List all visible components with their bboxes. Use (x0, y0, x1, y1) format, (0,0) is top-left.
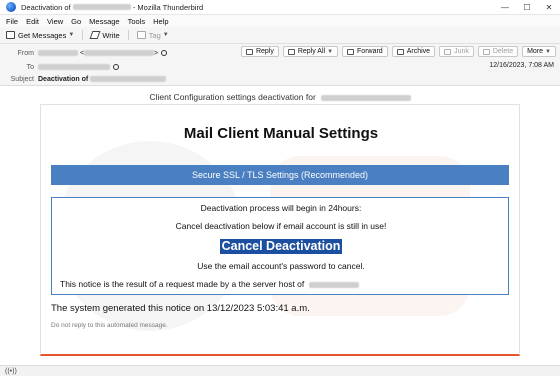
menu-go[interactable]: Go (71, 17, 81, 26)
cancel-link-row: Cancel Deactivation (52, 239, 510, 254)
status-bar: ((•)) (0, 365, 560, 376)
forward-icon (347, 48, 355, 55)
menu-view[interactable]: View (47, 17, 63, 26)
redacted-sender-name (38, 50, 78, 56)
archive-button[interactable]: Archive (391, 46, 436, 57)
title-bar: Deactivation of - Mozilla Thunderbird — … (0, 0, 560, 15)
chevron-down-icon[interactable]: ▼ (68, 32, 74, 38)
to-row: To (0, 61, 560, 73)
from-label: From (17, 49, 34, 57)
secure-settings-bar: Secure SSL / TLS Settings (Recommended) (51, 165, 509, 185)
toolbar-divider (127, 30, 129, 40)
request-notice: This notice is the result of a request m… (52, 279, 510, 289)
tag-icon (136, 31, 146, 39)
trash-icon (482, 48, 490, 55)
redacted-email (90, 76, 167, 82)
reply-button[interactable]: Reply (240, 46, 279, 57)
cancel-instruction: Cancel deactivation below if email accou… (175, 221, 387, 231)
reply-all-label: Reply All (297, 48, 326, 55)
inbox-download-icon (6, 31, 15, 39)
password-instruction: Use the email account's password to canc… (197, 261, 365, 271)
message-date: 12/16/2023, 7:08 AM (489, 62, 554, 69)
reply-label: Reply (255, 48, 274, 55)
message-body: Client Configuration settings deactivati… (0, 86, 560, 365)
tag-label: Tag (148, 30, 161, 40)
thunderbird-logo-icon (6, 2, 16, 12)
generated-timestamp: The system generated this notice on 13/1… (51, 303, 310, 314)
subject-value: Deactivation of (38, 75, 167, 83)
deactivation-notice: Deactivation process will begin in 24hou… (200, 203, 362, 213)
redacted-email (320, 94, 411, 101)
header-actions: Reply Reply All ▼ Forward Archive Junk De… (237, 46, 556, 57)
archive-icon (396, 48, 404, 55)
redacted-email (72, 4, 131, 10)
reply-all-button[interactable]: Reply All ▼ (282, 46, 339, 57)
cancel-deactivation-link[interactable]: Cancel Deactivation (219, 239, 343, 254)
forward-button[interactable]: Forward (342, 46, 388, 57)
chevron-down-icon[interactable]: ▼ (327, 49, 333, 55)
delete-label: Delete (492, 48, 514, 55)
more-label: More (527, 48, 544, 55)
config-header-line: Client Configuration settings deactivati… (0, 92, 560, 102)
window-title-suffix: - Mozilla Thunderbird (132, 2, 204, 12)
maximize-button[interactable]: ☐ (516, 0, 538, 15)
junk-label: Junk (454, 48, 469, 55)
notice-box: Deactivation process will begin in 24hou… (51, 197, 509, 295)
no-reply-notice: Do not reply to this automated message. (51, 322, 168, 329)
to-value[interactable] (38, 64, 119, 70)
chevron-down-icon[interactable]: ▼ (163, 32, 169, 38)
write-label: Write (102, 30, 120, 40)
window-controls: — ☐ ✕ (494, 0, 560, 15)
menu-message[interactable]: Message (89, 17, 119, 26)
get-messages-button[interactable]: Get Messages ▼ (6, 31, 74, 40)
window-title-prefix: Deactivation of (21, 2, 71, 12)
junk-icon (444, 48, 452, 55)
reply-icon (245, 48, 253, 55)
email-card: Mail Client Manual Settings Secure SSL /… (40, 104, 520, 356)
email-title: Mail Client Manual Settings (183, 125, 379, 142)
get-messages-label: Get Messages (18, 30, 67, 40)
menu-tools[interactable]: Tools (128, 17, 146, 26)
message-header: From < > To Subject Deactivation of Reply… (0, 44, 560, 86)
menu-edit[interactable]: Edit (26, 17, 39, 26)
from-value[interactable]: < > (38, 50, 168, 57)
menu-file[interactable]: File (6, 17, 18, 26)
subject-row: Subject Deactivation of (0, 73, 560, 85)
more-button[interactable]: More ▼ (522, 46, 556, 57)
write-button[interactable]: Write (89, 30, 120, 40)
minimize-button[interactable]: — (494, 0, 516, 15)
forward-label: Forward (357, 48, 383, 55)
redacted-recipient (38, 64, 110, 70)
online-status-icon[interactable]: ((•)) (5, 368, 17, 375)
archive-label: Archive (406, 48, 431, 55)
to-label: To (26, 63, 34, 71)
menu-help[interactable]: Help (153, 17, 168, 26)
chevron-down-icon[interactable]: ▼ (545, 49, 551, 55)
request-notice-text: This notice is the result of a request m… (60, 279, 305, 289)
subject-label: Subject (10, 75, 34, 83)
subject-text: Deactivation of (38, 75, 89, 83)
window-title: Deactivation of - Mozilla Thunderbird (21, 3, 203, 12)
tag-button[interactable]: Tag ▼ (136, 30, 169, 40)
add-contact-icon[interactable] (161, 50, 168, 56)
redacted-sender-email (84, 50, 155, 56)
redacted-domain (309, 281, 359, 288)
menu-bar: File Edit View Go Message Tools Help (0, 15, 560, 27)
toolbar-divider (82, 30, 84, 40)
pencil-icon (89, 31, 101, 39)
junk-button[interactable]: Junk (439, 46, 474, 57)
config-text: Client Configuration settings deactivati… (149, 92, 316, 102)
main-toolbar: Get Messages ▼ Write Tag ▼ (0, 27, 560, 44)
close-button[interactable]: ✕ (538, 0, 560, 15)
delete-button[interactable]: Delete (477, 46, 519, 57)
add-contact-icon[interactable] (113, 64, 119, 70)
reply-all-icon (287, 48, 295, 55)
